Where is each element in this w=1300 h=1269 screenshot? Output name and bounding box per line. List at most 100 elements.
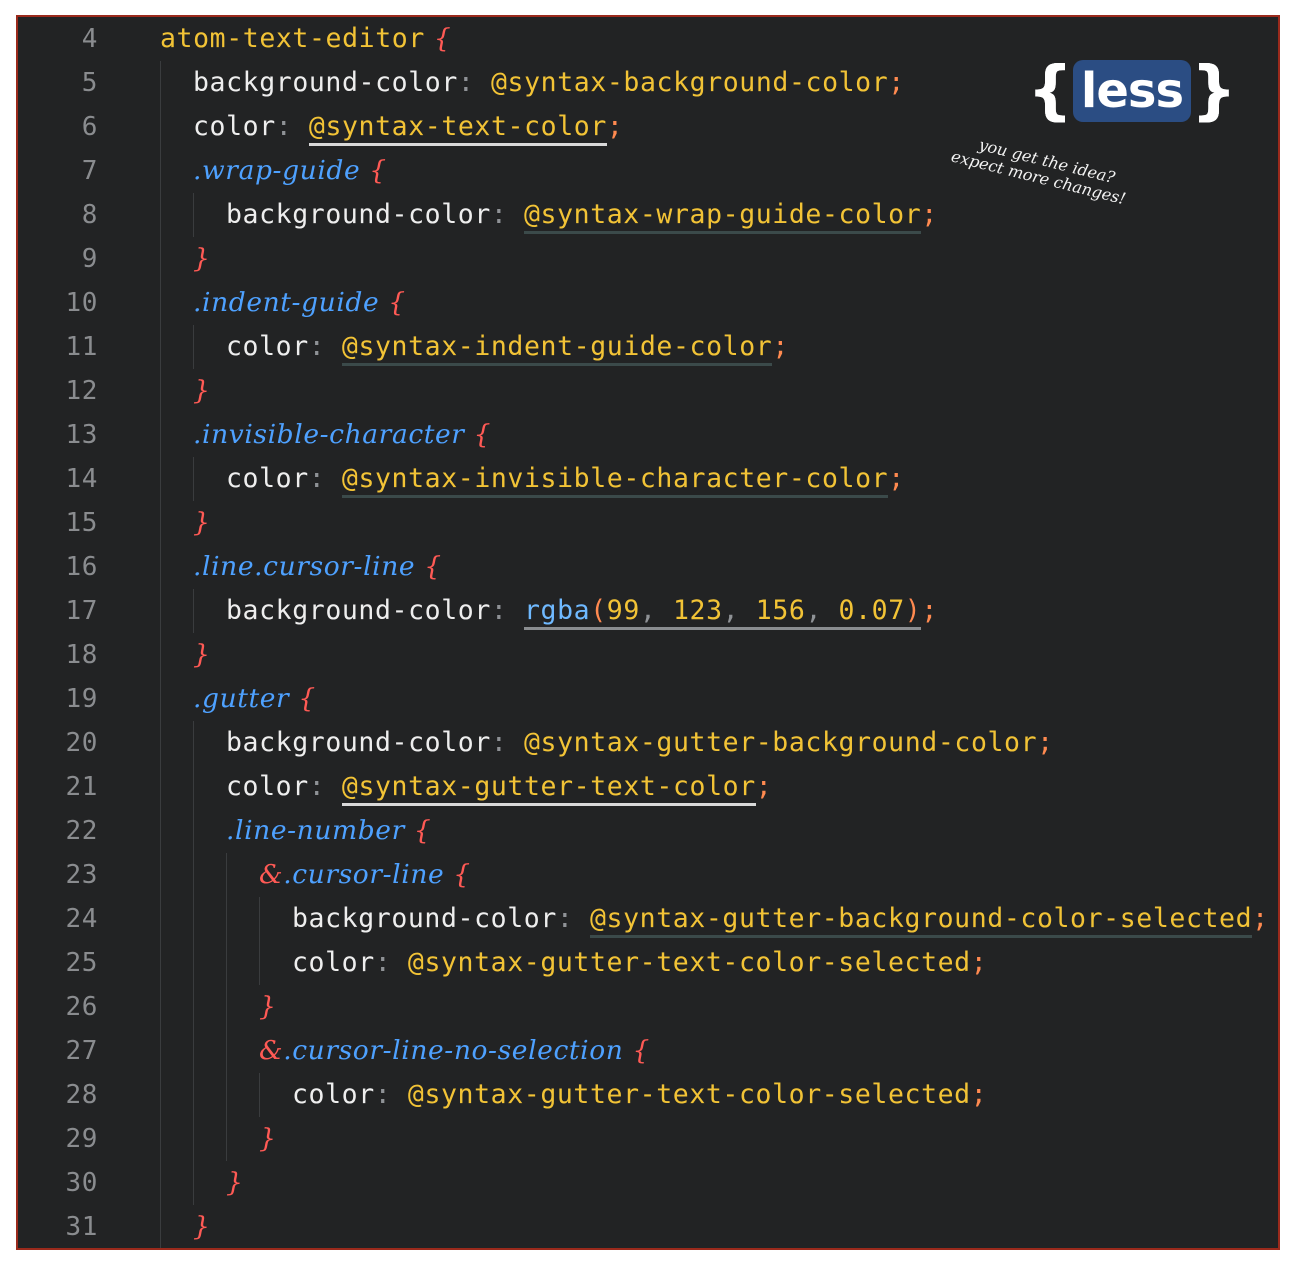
line-number: 14 [65,464,98,494]
code-content: background-color: @syntax-background-col… [193,61,905,105]
indent-guide [160,61,161,1248]
code-line[interactable]: 27 &.cursor-line-no-selection { [18,1029,1278,1073]
code-line[interactable]: 26} [18,985,1278,1029]
code-token: .indent-guide [193,287,380,318]
line-number: 4 [81,24,98,54]
code-token: 0.07 [838,595,905,630]
code-line[interactable]: 30} [18,1161,1278,1205]
code-line[interactable]: 9} [18,237,1278,281]
code-token: ; [921,595,938,626]
code-token: @syntax-background-color [490,67,889,98]
code-line[interactable]: 12} [18,369,1278,413]
logo-left-brace: { [1027,54,1073,128]
code-token: } [193,375,211,406]
code-token: ; [755,771,773,802]
code-token: { [289,683,316,714]
line-number: 6 [81,112,98,142]
code-line[interactable]: 20 background-color: @syntax-gutter-backg… [18,721,1278,765]
code-content: } [193,1205,211,1248]
code-token: { [623,1035,650,1066]
code-content: .line.cursor-line { [193,545,442,589]
code-token: ; [1037,727,1054,758]
code-token: background-color [226,727,491,758]
line-number: 21 [65,772,98,802]
code-token: } [193,507,211,538]
code-token: : [275,111,309,142]
code-token: } [193,639,211,670]
line-number: 13 [65,420,98,450]
code-content: color: @syntax-indent-guide-color; [226,325,789,369]
code-content: background-color: @syntax-wrap-guide-col… [226,193,938,237]
code-token: { [404,815,432,846]
code-token: } [259,991,277,1022]
code-token: color [292,947,375,978]
code-token: color [193,111,276,142]
code-content: atom-text-editor { [160,17,451,61]
line-number: 5 [81,68,98,98]
code-content: .line-number { [226,809,431,853]
code-token: } [193,243,211,274]
line-number: 9 [81,244,98,274]
code-line[interactable]: 31} [18,1205,1278,1248]
code-token: , [805,595,839,630]
code-token: color [226,771,309,802]
code-line[interactable]: 21 color: @syntax-gutter-text-color; [18,765,1278,809]
code-token: .cursor-line [283,859,445,890]
code-token: : [308,771,342,802]
code-token: & [259,1035,284,1066]
code-token: ; [606,111,624,142]
code-line[interactable]: 10 .indent-guide { [18,281,1278,325]
indent-guide [193,457,194,501]
line-number: 23 [65,860,98,890]
code-line[interactable]: 28 color: @syntax-gutter-text-color-selec… [18,1073,1278,1117]
line-number: 31 [65,1212,98,1242]
code-line[interactable]: 23 &.cursor-line { [18,853,1278,897]
code-token: @syntax-gutter-text-color-selected [407,947,971,978]
code-token: .line.cursor-line [193,551,416,582]
code-content: } [259,1117,276,1161]
code-line[interactable]: 22 .line-number { [18,809,1278,853]
indent-guide [259,1073,260,1117]
indent-guide [226,853,227,1161]
code-content: color: @syntax-gutter-text-color; [226,765,772,809]
code-token: ; [921,199,938,230]
code-content: } [193,501,210,545]
code-token: ; [970,1079,988,1110]
code-line[interactable]: 29} [18,1117,1278,1161]
code-content: .wrap-guide { [193,149,387,193]
code-line[interactable]: 24 background-color: @syntax-gutter-backg… [18,897,1278,941]
code-token: .wrap-guide [193,155,361,186]
code-line[interactable]: 11 color: @syntax-indent-guide-color; [18,325,1278,369]
code-token: background-color [193,67,458,98]
code-line[interactable]: 25 color: @syntax-gutter-text-color-selec… [18,941,1278,985]
code-token: atom-text-editor [160,23,425,54]
line-number: 19 [65,684,98,714]
code-token: : [556,903,590,934]
code-line[interactable]: 15} [18,501,1278,545]
line-number: 28 [65,1080,98,1110]
line-number: 22 [65,816,98,846]
code-token: background-color [226,595,491,626]
code-content: } [226,1161,243,1205]
line-number: 25 [65,948,98,978]
line-number: 30 [65,1168,98,1198]
code-token: { [444,859,471,890]
logo-right-brace: } [1191,54,1237,128]
code-token: ; [772,331,789,362]
code-token: } [193,1211,211,1242]
code-token: background-color [226,199,491,230]
code-content: color: @syntax-gutter-text-color-selecte… [292,941,987,985]
code-line[interactable]: 18} [18,633,1278,677]
code-token: : [490,595,524,626]
line-number: 27 [65,1036,98,1066]
code-line[interactable]: 13 .invisible-character { [18,413,1278,457]
code-content: color: @syntax-text-color; [193,105,623,149]
code-line[interactable]: 19 .gutter { [18,677,1278,721]
code-line[interactable]: 17 background-color: rgba(99, 123, 156, 0… [18,589,1278,633]
line-number: 29 [65,1124,98,1154]
code-line[interactable]: 16 .line.cursor-line { [18,545,1278,589]
code-token: { [464,419,492,450]
code-line[interactable]: 14 color: @syntax-invisible-character-col… [18,457,1278,501]
code-token: @syntax-gutter-text-color-selected [407,1079,971,1110]
code-token: @syntax-gutter-background-color-selected [589,903,1253,938]
